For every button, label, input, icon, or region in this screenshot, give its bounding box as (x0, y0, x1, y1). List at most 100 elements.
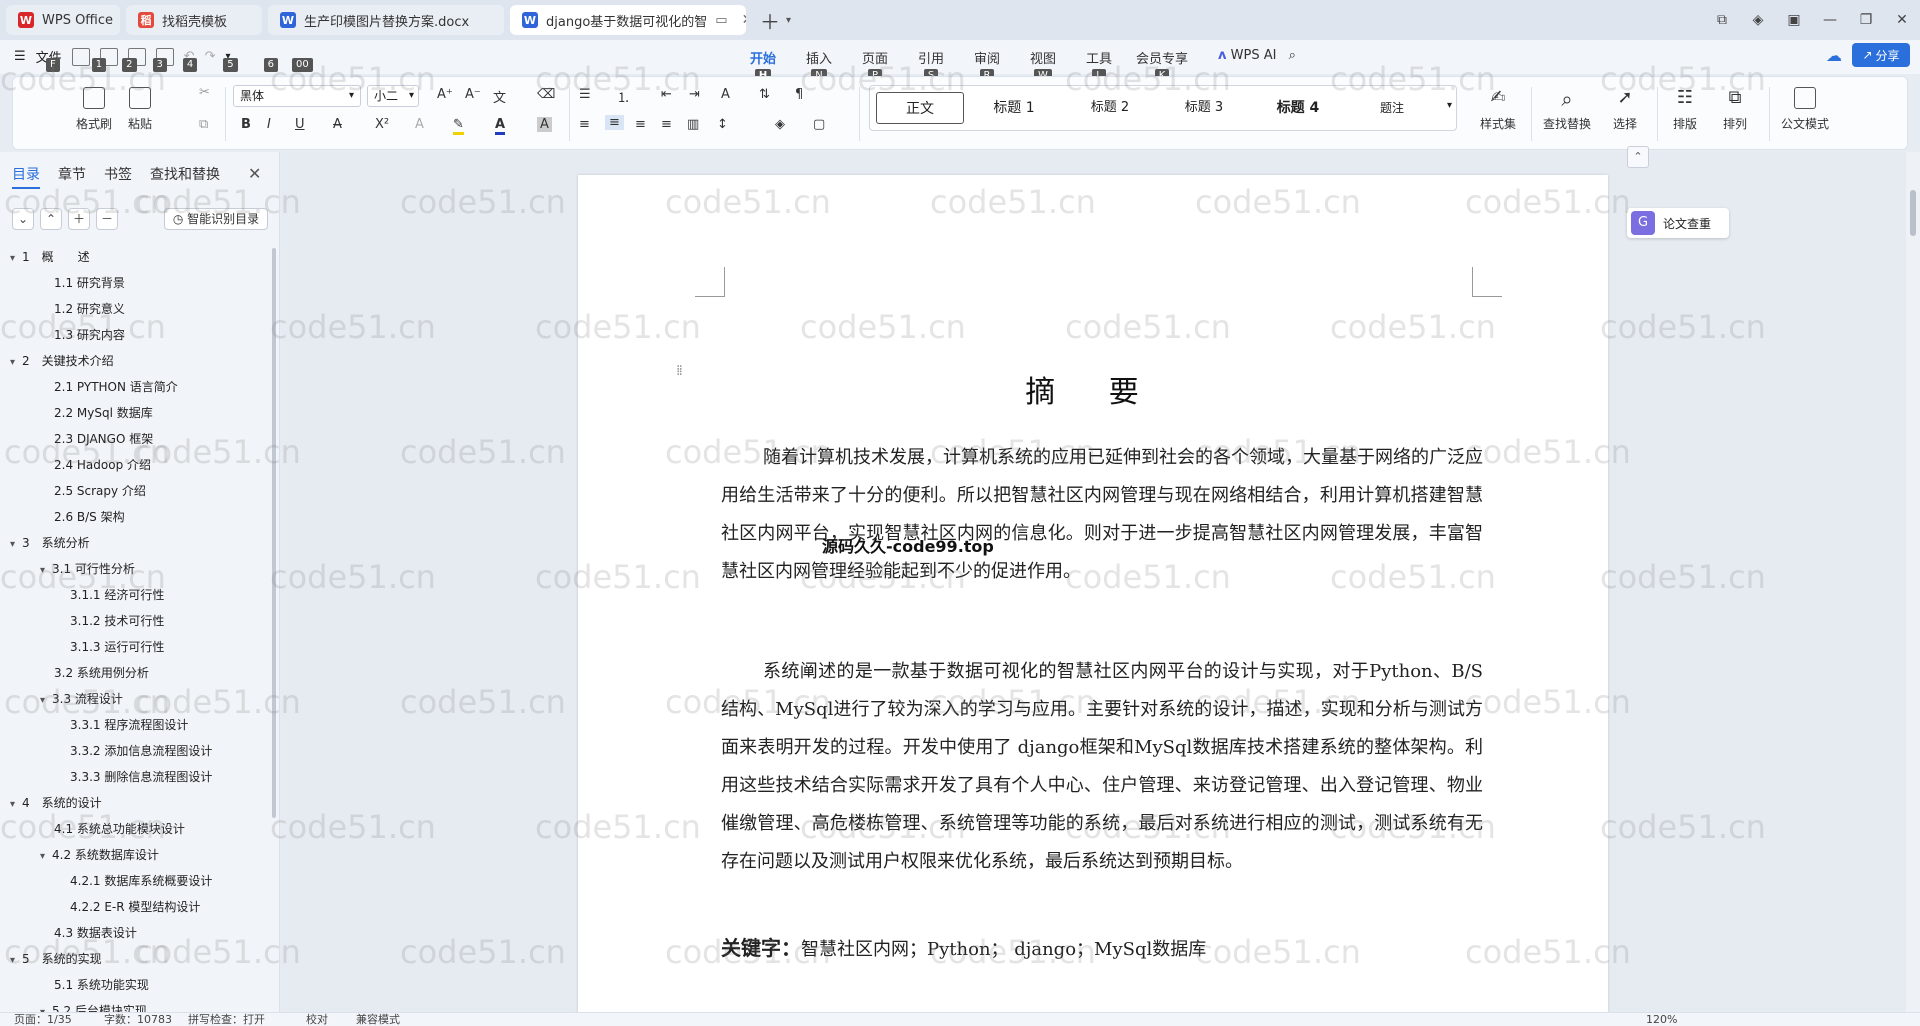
toc-item[interactable]: 3.1.2 技术可行性 (70, 612, 164, 632)
add-icon[interactable]: ＋ (68, 208, 90, 230)
font-name-select[interactable]: 黑体 ▾ (233, 85, 361, 107)
font-shrink-icon[interactable]: A⁻ (465, 87, 481, 102)
distribute-icon[interactable]: ▥ (687, 117, 699, 132)
cloud-icon[interactable]: ☁ (1826, 46, 1842, 65)
text-direction-icon[interactable]: A (721, 87, 730, 102)
restore-icon[interactable]: ❐ (1848, 12, 1884, 28)
smart-toc-button[interactable]: ◷ 智能识别目录 (164, 208, 268, 230)
document-page[interactable]: ⁞⁞ 摘 要 随着计算机技术发展，计算机系统的应用已延伸到社会的各个领域，大量基… (578, 175, 1608, 1026)
select-button[interactable]: ➚ 选择 (1603, 87, 1647, 132)
tab-docer-templates[interactable]: 稻 找稻壳模板 (126, 5, 262, 35)
toc-item[interactable]: 3.3.2 添加信息流程图设计 (70, 742, 212, 762)
show-marks-icon[interactable]: ¶ (795, 87, 803, 102)
border-icon[interactable]: ▢ (813, 117, 825, 132)
chevron-down-icon[interactable]: ▾ (786, 15, 791, 26)
strikethrough-icon[interactable]: A (333, 117, 342, 132)
cut-icon[interactable]: ✂ (199, 85, 210, 100)
close-icon[interactable]: ✕ (248, 164, 261, 183)
style-set-button[interactable]: ✍ 样式集 (1471, 87, 1525, 132)
toc-item[interactable]: 2.4 Hadoop 介绍 (54, 456, 151, 476)
number-list-icon[interactable]: ⒈ (617, 87, 630, 106)
add-tab-icon[interactable]: ＋ (760, 6, 780, 35)
paper-check-button[interactable]: G 论文查重 (1627, 208, 1729, 238)
cube-icon[interactable]: ◈ (1740, 12, 1776, 28)
scroll-thumb[interactable] (1910, 190, 1916, 236)
page-indicator[interactable]: 页面：1/35 (14, 1013, 72, 1026)
close-window-icon[interactable]: ✕ (1884, 12, 1920, 28)
toc-item[interactable]: ▾ 2 关键技术介绍 (10, 352, 114, 372)
tab-wps-office[interactable]: W WPS Office (6, 5, 120, 35)
underline-button[interactable]: U (295, 117, 305, 132)
arrange-button[interactable]: ⧉ 排列 (1713, 87, 1757, 132)
remove-icon[interactable]: － (96, 208, 118, 230)
bullet-list-icon[interactable]: ☰ (579, 87, 591, 102)
align-right-icon[interactable]: ≡ (635, 117, 646, 132)
tab-chapters[interactable]: 章节 (58, 164, 86, 189)
expand-triangle-icon[interactable]: ▾ (10, 799, 22, 810)
toc-item[interactable]: 2.2 MySql 数据库 (54, 404, 153, 424)
proofread[interactable]: 校对 (306, 1013, 328, 1026)
collapse-icon[interactable]: ⌃ (1627, 146, 1649, 168)
shading-icon[interactable]: ◈ (775, 117, 785, 132)
toc-item[interactable]: 3.3.3 删除信息流程图设计 (70, 768, 212, 788)
font-size-select[interactable]: 小二 ▾ (367, 85, 419, 107)
minimize-icon[interactable]: — (1812, 12, 1848, 28)
toc-item[interactable]: 3.3.1 程序流程图设计 (70, 716, 188, 736)
align-center-icon[interactable]: ≡ (605, 115, 624, 130)
copy-icon[interactable]: ⧉ (199, 117, 208, 132)
increase-indent-icon[interactable]: ⇥ (689, 87, 700, 102)
toc-item[interactable]: 4.1 系统总功能模块设计 (54, 820, 185, 840)
phonetic-icon[interactable]: 文 (493, 87, 506, 106)
sort-icon[interactable]: ⇅ (759, 87, 770, 102)
style-heading-2[interactable]: 标题 2 (1066, 92, 1154, 124)
style-caption[interactable]: 题注 (1348, 92, 1436, 124)
expand-triangle-icon[interactable]: ▾ (10, 539, 22, 550)
toc-item[interactable]: 4.3 数据表设计 (54, 924, 137, 944)
tab-find-replace[interactable]: 查找和替换 (150, 164, 220, 189)
toc-item[interactable]: 4.2.1 数据库系统概要设计 (70, 872, 212, 892)
toc-item[interactable]: 1.3 研究内容 (54, 326, 125, 346)
toc-item[interactable]: 5.1 系统功能实现 (54, 976, 149, 996)
char-shading-icon[interactable]: A (537, 117, 552, 132)
style-heading-3[interactable]: 标题 3 (1160, 92, 1248, 124)
toc-item[interactable]: 2.1 PYTHON 语言简介 (54, 378, 178, 398)
expand-triangle-icon[interactable]: ▾ (10, 357, 22, 368)
search-icon[interactable]: ⌕ (1289, 48, 1296, 63)
expand-triangle-icon[interactable]: ▾ (40, 695, 52, 706)
expand-triangle-icon[interactable]: ▾ (10, 253, 22, 264)
toc-item[interactable]: ▾ 4.2 系统数据库设计 (40, 846, 159, 866)
decrease-indent-icon[interactable]: ⇤ (661, 87, 672, 102)
official-mode-button[interactable]: 公文模式 (1775, 87, 1835, 132)
tab-document-production[interactable]: W 生产印模图片替换方案.docx (268, 5, 504, 35)
justify-icon[interactable]: ≡ (661, 117, 672, 132)
toc-item[interactable]: ▾ 5 系统的实现 (10, 950, 102, 970)
spell-check[interactable]: 拼写检查：打开 (188, 1013, 265, 1026)
text-effect-icon[interactable]: A (415, 117, 424, 132)
find-replace-button[interactable]: ⌕ 查找替换 (1535, 87, 1599, 132)
share-button[interactable]: ↗ 分享 (1852, 43, 1910, 67)
expand-triangle-icon[interactable]: ▾ (40, 851, 52, 862)
menu-icon[interactable]: ☰ (14, 49, 26, 64)
format-painter-button[interactable]: 格式刷 (69, 87, 119, 132)
toc-item[interactable]: ▾ 3.1 可行性分析 (40, 560, 135, 580)
toc-item[interactable]: 1.2 研究意义 (54, 300, 125, 320)
toc-item[interactable]: 2.6 B/S 架构 (54, 508, 125, 528)
paste-button[interactable]: 粘贴 (115, 87, 165, 132)
toc-item[interactable]: ▾ 4 系统的设计 (10, 794, 102, 814)
align-left-icon[interactable]: ≡ (579, 117, 590, 132)
style-heading-4[interactable]: 标题 4 (1254, 92, 1342, 124)
toc-item[interactable]: 4.2.2 E-R 模型结构设计 (70, 898, 200, 918)
expand-icon[interactable]: ⌄ (12, 208, 34, 230)
font-grow-icon[interactable]: A⁺ (437, 87, 453, 102)
toc-item[interactable]: 2.5 Scrapy 介绍 (54, 482, 146, 502)
clear-format-icon[interactable]: ⌫ (537, 87, 555, 102)
layout-button[interactable]: ☷ 排版 (1663, 87, 1707, 132)
close-icon[interactable]: ✕ (742, 12, 746, 28)
toc-item[interactable]: ▾ 3 系统分析 (10, 534, 90, 554)
toc-item[interactable]: 3.1.3 运行可行性 (70, 638, 164, 658)
wps-ai-button[interactable]: ᴧ WPS AI ⌕ (1218, 48, 1296, 63)
superscript-icon[interactable]: X² (375, 117, 389, 132)
style-normal[interactable]: 正文 (876, 92, 964, 124)
font-color-icon[interactable]: A (495, 117, 506, 135)
style-heading-1[interactable]: 标题 1 (970, 92, 1058, 124)
